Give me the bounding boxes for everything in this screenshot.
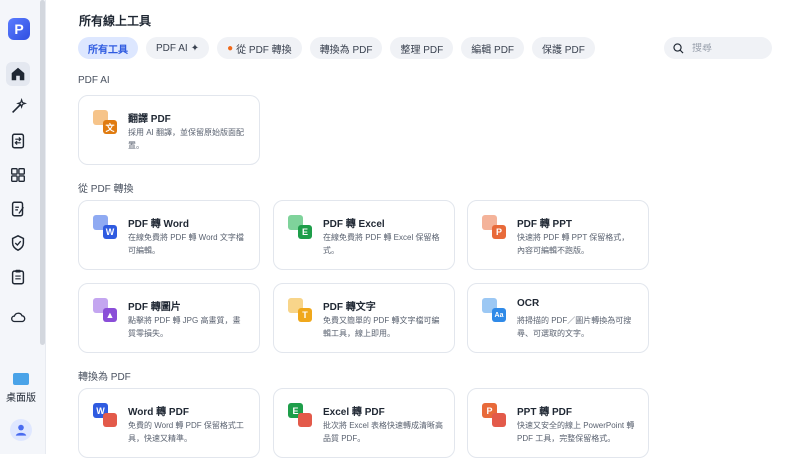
avatar[interactable]: [10, 419, 32, 441]
tool-card-pdf-to-excel[interactable]: E PDF 轉 Excel 在線免費將 PDF 轉 Excel 保留格式。: [273, 200, 455, 270]
tool-card-ocr[interactable]: Aa OCR 將掃描的 PDF／圖片轉換為可搜尋、可選取的文字。: [467, 283, 649, 353]
tool-card-pdf-to-text[interactable]: T PDF 轉文字 免費又簡單的 PDF 轉文字檔可編輯工具，線上即用。: [273, 283, 455, 353]
card-title: 翻譯 PDF: [128, 114, 171, 125]
tab-label: 所有工具: [88, 44, 128, 56]
text-file-icon: T: [288, 298, 312, 322]
cloud-icon[interactable]: [7, 306, 29, 328]
tool-card-pdf-to-image[interactable]: ▲ PDF 轉圖片 點擊將 PDF 轉 JPG 高畫質，畫質零損失。: [78, 283, 260, 353]
word-file-icon: W: [93, 215, 117, 239]
card-description: 免費又簡單的 PDF 轉文字檔可編輯工具，線上即用。: [323, 316, 440, 338]
sidebar: P 桌面版: [0, 0, 46, 454]
search-input[interactable]: [692, 42, 762, 54]
ppt-to-pdf-icon: P: [482, 403, 506, 427]
tool-card-word-to-pdf[interactable]: W Word 轉 PDF 免費的 Word 轉 PDF 保留格式工具，快速又精準…: [78, 388, 260, 458]
tool-card-pdf-to-word[interactable]: W PDF 轉 Word 在線免費將 PDF 轉 Word 文字檔可編輯。: [78, 200, 260, 270]
tab-protect-pdf[interactable]: 保護 PDF: [532, 37, 595, 59]
desktop-icon: [13, 373, 29, 385]
tab-all-tools[interactable]: 所有工具: [78, 37, 138, 59]
tab-label: 從 PDF 轉換: [236, 44, 292, 56]
word-to-pdf-icon: W: [93, 403, 117, 427]
card-description: 在線免費將 PDF 轉 Excel 保留格式。: [323, 233, 440, 255]
app-logo[interactable]: P: [8, 18, 30, 40]
desktop-version-button[interactable]: 桌面版: [4, 373, 38, 404]
main-content: 所有線上工具 所有工具 PDF AI ✦ ● 從 PDF 轉換 轉換為 PDF 整理…: [46, 0, 800, 458]
ppt-file-icon: P: [482, 215, 506, 239]
grid-apps-icon[interactable]: [7, 164, 29, 186]
tab-organize-pdf[interactable]: 整理 PDF: [390, 37, 454, 59]
sparkle-icon: ✦: [190, 42, 200, 54]
card-description: 批次將 Excel 表格快速轉成清晰高品質 PDF。: [323, 421, 444, 443]
card-title: OCR: [517, 298, 540, 309]
card-description: 快速將 PDF 轉 PPT 保留格式，內容可編輯不跑版。: [517, 233, 630, 255]
section-label-pdf-ai: PDF AI: [78, 75, 110, 86]
category-tabs: 所有工具 PDF AI ✦ ● 從 PDF 轉換 轉換為 PDF 整理 PDF 編輯…: [78, 37, 595, 59]
card-title: PDF 轉圖片: [128, 302, 181, 313]
tab-label: PDF AI: [156, 42, 188, 54]
tool-card-pdf-to-ppt[interactable]: P PDF 轉 PPT 快速將 PDF 轉 PPT 保留格式，內容可編輯不跑版。: [467, 200, 649, 270]
card-title: Excel 轉 PDF: [323, 407, 385, 418]
card-title: PDF 轉 Excel: [323, 219, 385, 230]
convert-file-icon[interactable]: [7, 130, 29, 152]
card-title: PDF 轉 Word: [128, 219, 189, 230]
search-icon: [673, 42, 684, 53]
card-description: 在線免費將 PDF 轉 Word 文字檔可編輯。: [128, 233, 244, 255]
search-box[interactable]: [664, 37, 772, 59]
image-file-icon: ▲: [93, 298, 117, 322]
card-title: PDF 轉 PPT: [517, 219, 573, 230]
sidebar-scrollbar[interactable]: [40, 0, 45, 345]
card-description: 採用 AI 翻譯，並保留原始版面配置。: [128, 128, 245, 150]
tool-card-translate-pdf[interactable]: 文 翻譯 PDF 採用 AI 翻譯，並保留原始版面配置。: [78, 95, 260, 165]
edit-file-icon[interactable]: [7, 198, 29, 220]
tab-to-pdf[interactable]: 轉換為 PDF: [309, 37, 383, 59]
tool-card-excel-to-pdf[interactable]: E Excel 轉 PDF 批次將 Excel 表格快速轉成清晰高品質 PDF。: [273, 388, 455, 458]
card-title: Word 轉 PDF: [128, 407, 189, 418]
excel-to-pdf-icon: E: [288, 403, 312, 427]
card-title: PPT 轉 PDF: [517, 407, 573, 418]
excel-file-icon: E: [288, 215, 312, 239]
card-description: 點擊將 PDF 轉 JPG 高畫質，畫質零損失。: [128, 316, 241, 338]
tab-label: 轉換為 PDF: [319, 44, 373, 56]
page-title: 所有線上工具: [79, 14, 152, 28]
tab-from-pdf[interactable]: ● 從 PDF 轉換: [217, 37, 302, 59]
tool-card-ppt-to-pdf[interactable]: P PPT 轉 PDF 快速又安全的線上 PowerPoint 轉 PDF 工具…: [467, 388, 649, 458]
tab-pdf-ai[interactable]: PDF AI ✦: [146, 37, 210, 59]
clipboard-icon[interactable]: [7, 266, 29, 288]
card-title: PDF 轉文字: [323, 302, 376, 313]
fire-icon: ●: [227, 42, 234, 54]
ocr-icon: Aa: [482, 298, 506, 322]
section-label-to-pdf: 轉換為 PDF: [78, 372, 131, 383]
card-description: 將掃描的 PDF／圖片轉換為可搜尋、可選取的文字。: [517, 316, 632, 338]
tab-label: 保護 PDF: [542, 44, 585, 56]
card-description: 快速又安全的線上 PowerPoint 轉 PDF 工具，完整保留格式。: [517, 421, 635, 443]
home-icon[interactable]: [6, 62, 30, 86]
tab-label: 編輯 PDF: [471, 44, 515, 56]
tab-edit-pdf[interactable]: 編輯 PDF: [461, 37, 525, 59]
section-label-from-pdf: 從 PDF 轉換: [78, 184, 134, 195]
desktop-version-label: 桌面版: [6, 393, 36, 404]
ai-sparkle-icon[interactable]: [7, 96, 29, 118]
translate-icon: 文: [93, 110, 117, 134]
shield-icon[interactable]: [7, 232, 29, 254]
tab-label: 整理 PDF: [400, 44, 444, 56]
card-description: 免費的 Word 轉 PDF 保留格式工具，快速又精準。: [128, 421, 244, 443]
